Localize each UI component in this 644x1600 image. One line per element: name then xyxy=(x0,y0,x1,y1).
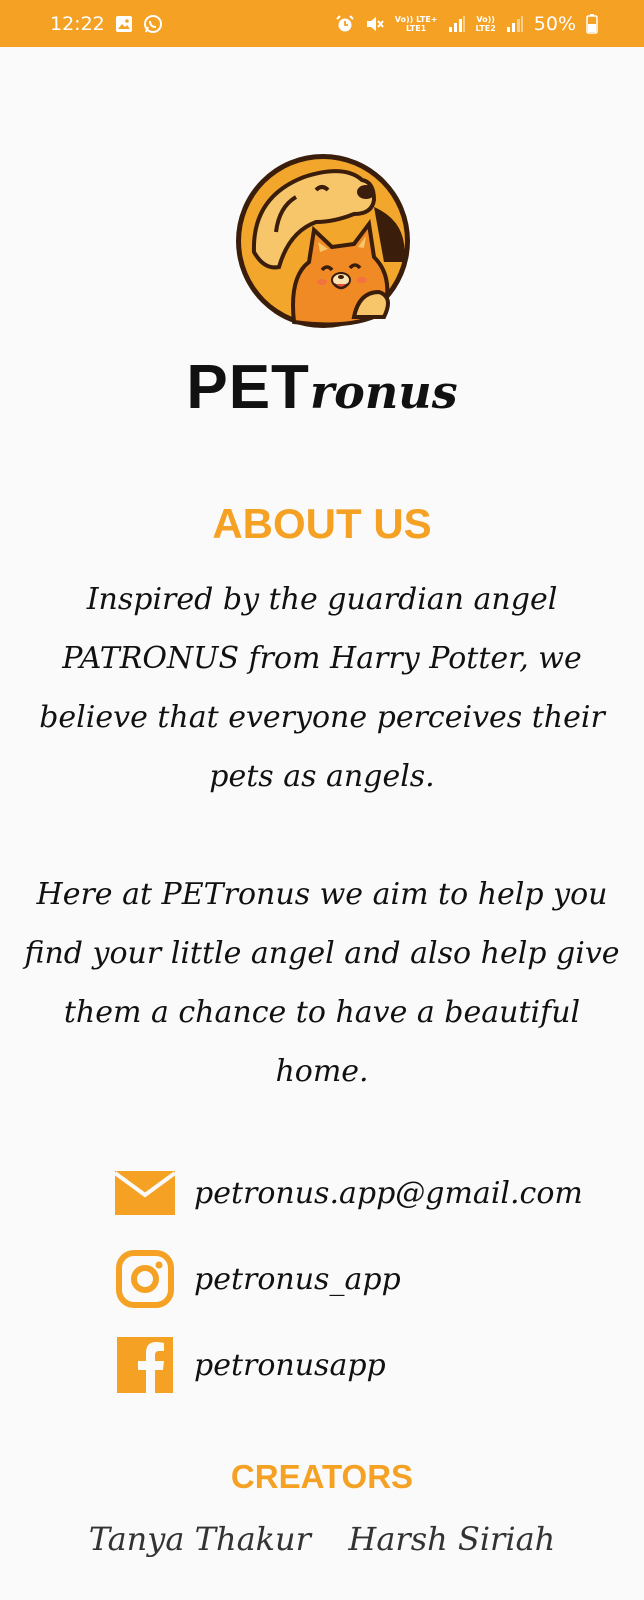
app-name-italic: ronus xyxy=(309,365,458,419)
instagram-icon xyxy=(114,1248,176,1310)
status-bar: 12:22 Vo)) LTE+ LTE1 Vo)) LTE2 50% xyxy=(0,0,644,47)
signal-icon xyxy=(506,15,524,32)
status-left: 12:22 xyxy=(50,13,163,35)
about-paragraph-1: Inspired by the guardian angel PATRONUS … xyxy=(39,582,605,794)
battery-icon xyxy=(586,13,598,34)
sim2-label: Vo)) LTE2 xyxy=(476,15,496,33)
contact-list: petronus.app@gmail.com petronus_app petr… xyxy=(114,1150,594,1408)
contact-instagram-text: petronus_app xyxy=(194,1261,401,1297)
about-paragraph-2: Here at PETronus we aim to help you find… xyxy=(24,877,620,1089)
app-name-strong: PET xyxy=(186,353,310,422)
alarm-icon xyxy=(335,14,355,34)
contact-facebook-text: petronusapp xyxy=(194,1347,386,1383)
app-name: PETronus xyxy=(0,352,644,423)
battery-percent: 50% xyxy=(533,12,576,35)
sim1-label-top: Vo)) LTE+ xyxy=(394,14,438,24)
gallery-icon xyxy=(115,15,133,33)
sim2-label-top: Vo)) xyxy=(476,14,495,24)
status-right: Vo)) LTE+ LTE1 Vo)) LTE2 50% xyxy=(335,13,598,35)
sim2-label-bottom: LTE2 xyxy=(475,23,496,33)
mail-icon xyxy=(114,1162,176,1224)
about-heading: ABOUT US xyxy=(212,500,432,547)
contact-instagram[interactable]: petronus_app xyxy=(114,1236,594,1322)
creators-list: Tanya Thakur Harsh Siriah xyxy=(0,1520,644,1558)
creators-heading: CREATORS xyxy=(230,1458,414,1495)
contact-email[interactable]: petronus.app@gmail.com xyxy=(114,1150,594,1236)
creator-name: Tanya Thakur xyxy=(88,1520,311,1558)
facebook-icon xyxy=(114,1334,176,1396)
status-time: 12:22 xyxy=(50,12,105,35)
whatsapp-icon xyxy=(143,14,163,34)
contact-facebook[interactable]: petronusapp xyxy=(114,1322,594,1408)
sim1-label: Vo)) LTE+ LTE1 xyxy=(395,15,438,33)
about-text: Inspired by the guardian angel PATRONUS … xyxy=(20,570,624,1101)
mute-icon xyxy=(365,14,385,34)
contact-email-text: petronus.app@gmail.com xyxy=(194,1175,583,1211)
dog-and-cat-logo-icon xyxy=(234,152,412,330)
sim1-label-bottom: LTE1 xyxy=(405,23,427,33)
signal-icon xyxy=(448,15,466,32)
creator-name: Harsh Siriah xyxy=(348,1520,556,1558)
